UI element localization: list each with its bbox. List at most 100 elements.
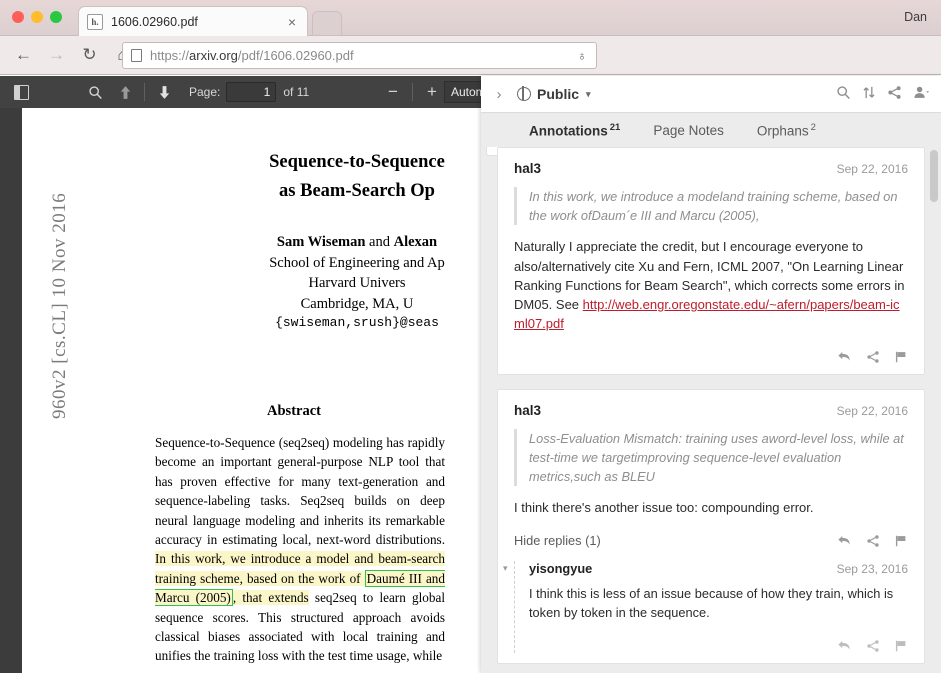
abstract-text: Sequence-to-Sequence (seq2seq) modeling … <box>155 433 445 666</box>
close-tab-button[interactable]: × <box>285 15 299 29</box>
annotation-author[interactable]: hal3 <box>514 161 541 176</box>
annotation-quote: Loss-Evaluation Mismatch: training uses … <box>514 428 908 487</box>
author-1: Sam Wiseman <box>276 234 366 250</box>
voice-search-icon[interactable]: ♁ <box>576 48 588 63</box>
zoom-divider <box>412 83 413 101</box>
reload-button[interactable]: ↻ <box>75 41 104 70</box>
pdf-viewer-left-rail <box>0 108 22 673</box>
sidebar-top-icon-group <box>836 85 929 100</box>
back-button[interactable]: ← <box>9 41 38 70</box>
find-in-document-button[interactable] <box>80 79 110 105</box>
abstract-part-1: Sequence-to-Sequence (seq2seq) modeling … <box>155 435 445 548</box>
tab-orphans-count: 2 <box>810 121 816 133</box>
tab-orphans[interactable]: Orphans 2 <box>757 122 816 139</box>
maximize-window-button[interactable] <box>50 11 62 23</box>
tab-orphans-label: Orphans <box>756 123 809 139</box>
annotation-header: hal3 Sep 22, 2016 <box>514 161 908 176</box>
browser-titlebar: h. 1606.02960.pdf × Dan <box>0 0 941 36</box>
sidebar-scrollbar-thumb[interactable] <box>930 150 938 202</box>
authors-conjunction: and <box>369 234 390 250</box>
sidebar-tab-bar: Annotations 21 Page Notes Orphans 2 <box>481 113 941 147</box>
annotation-actions <box>514 350 908 364</box>
annotation-body: I think there's another issue too: compo… <box>514 500 814 516</box>
tab-page-notes-label: Page Notes <box>653 122 724 138</box>
annotation-card[interactable]: hal3 Sep 22, 2016 In this work, we intro… <box>497 147 925 375</box>
search-icon[interactable] <box>836 85 851 100</box>
zoom-controls: − + <box>378 79 447 105</box>
reply-header: yisongyue Sep 23, 2016 <box>529 561 908 576</box>
share-icon[interactable] <box>866 639 880 653</box>
previous-page-button[interactable] <box>110 79 140 105</box>
annotation-footer: Hide replies (1) <box>514 533 908 548</box>
address-bar[interactable]: https://arxiv.org/pdf/1606.02960.pdf ♁ <box>122 42 597 69</box>
page-total-label: of 11 <box>283 85 310 99</box>
hide-replies-button[interactable]: Hide replies (1) <box>514 533 601 548</box>
tab-annotations-count: 21 <box>609 121 621 133</box>
author-2: Alexan <box>393 234 438 250</box>
share-icon[interactable] <box>866 350 880 364</box>
pdf-page-1: 960v2 [cs.CL] 10 Nov 2016 Sequence-to-Se… <box>22 108 534 673</box>
next-page-button[interactable] <box>149 79 179 105</box>
page-number-label: Page: <box>189 85 221 99</box>
window-traffic-lights <box>12 11 62 23</box>
annotation-actions <box>837 534 908 548</box>
flag-icon[interactable] <box>894 534 908 548</box>
abstract-highlight-2[interactable]: , that extends <box>232 590 309 606</box>
browser-navigation-bar: ← → ↻ ⌂ https://arxiv.org/pdf/1606.02960… <box>0 36 941 101</box>
annotation-quote: In this work, we introduce a modeland tr… <box>514 187 908 226</box>
toggle-pdf-sidebar-button[interactable] <box>6 79 36 105</box>
annotation-card-list: hal3 Sep 22, 2016 In this work, we intro… <box>481 147 941 673</box>
tab-annotations-label: Annotations <box>529 123 608 139</box>
collapse-sidebar-button[interactable]: › <box>481 86 517 103</box>
annotation-reply[interactable]: ▾ yisongyue Sep 23, 2016 I think this is… <box>503 561 908 654</box>
minimize-window-button[interactable] <box>31 11 43 23</box>
forward-button[interactable]: → <box>42 41 71 70</box>
reply-author[interactable]: yisongyue <box>529 561 592 576</box>
hypothesis-annotation-sidebar: › Public ▾ Annotations 21 Page Notes Orp… <box>481 76 941 673</box>
group-name-label: Public <box>537 86 580 102</box>
zoom-out-button[interactable]: − <box>378 79 408 105</box>
tab-annotations[interactable]: Annotations 21 <box>529 122 620 139</box>
address-bar-url: https://arxiv.org/pdf/1606.02960.pdf <box>150 48 354 63</box>
browser-window: h. 1606.02960.pdf × Dan ← → ↻ ⌂ https://… <box>0 0 941 673</box>
tab-page-notes[interactable]: Page Notes <box>653 123 724 138</box>
abstract-heading: Abstract <box>267 403 321 419</box>
close-window-button[interactable] <box>12 11 24 23</box>
reply-date: Sep 23, 2016 <box>836 562 908 577</box>
profile-name-label[interactable]: Dan <box>904 10 927 24</box>
new-tab-button[interactable] <box>312 11 342 36</box>
collapse-reply-icon[interactable]: ▾ <box>503 563 508 574</box>
reply-icon[interactable] <box>837 534 852 548</box>
hypothesis-favicon-icon: h. <box>87 13 103 30</box>
reply-body: I think this is less of an issue because… <box>529 586 894 621</box>
reply-icon[interactable] <box>837 639 852 653</box>
sidebar-top-bar: › Public ▾ <box>481 76 941 113</box>
group-selector[interactable]: Public ▾ <box>517 86 591 102</box>
sort-icon[interactable] <box>862 85 876 100</box>
flag-icon[interactable] <box>894 350 908 364</box>
url-path: /pdf/1606.02960.pdf <box>237 48 354 63</box>
annotation-author[interactable]: hal3 <box>514 403 541 418</box>
page-info-icon[interactable] <box>131 49 142 62</box>
sidebar-scrollbar[interactable] <box>930 150 938 470</box>
annotation-header: hal3 Sep 22, 2016 <box>514 403 908 418</box>
tab-title: 1606.02960.pdf <box>111 14 198 29</box>
annotation-card[interactable]: hal3 Sep 22, 2016 Loss-Evaluation Mismat… <box>497 388 925 665</box>
zoom-in-button[interactable]: + <box>417 79 447 105</box>
url-host: arxiv.org <box>189 48 238 63</box>
reply-actions <box>529 639 908 653</box>
chevron-down-icon: ▾ <box>586 88 591 99</box>
share-icon[interactable] <box>887 85 902 100</box>
sidebar-panel-icon <box>13 84 29 100</box>
globe-icon <box>517 86 531 101</box>
annotation-body: Naturally I appreciate the credit, but I… <box>514 237 908 333</box>
url-scheme: https:// <box>150 48 190 63</box>
annotation-date: Sep 22, 2016 <box>836 403 908 418</box>
flag-icon[interactable] <box>894 639 908 653</box>
share-icon[interactable] <box>866 534 880 548</box>
user-account-icon[interactable] <box>913 85 929 100</box>
browser-tab[interactable]: h. 1606.02960.pdf × <box>78 6 308 36</box>
reply-icon[interactable] <box>837 350 852 364</box>
annotation-date: Sep 22, 2016 <box>836 162 908 176</box>
page-number-input[interactable]: 1 <box>226 82 277 102</box>
